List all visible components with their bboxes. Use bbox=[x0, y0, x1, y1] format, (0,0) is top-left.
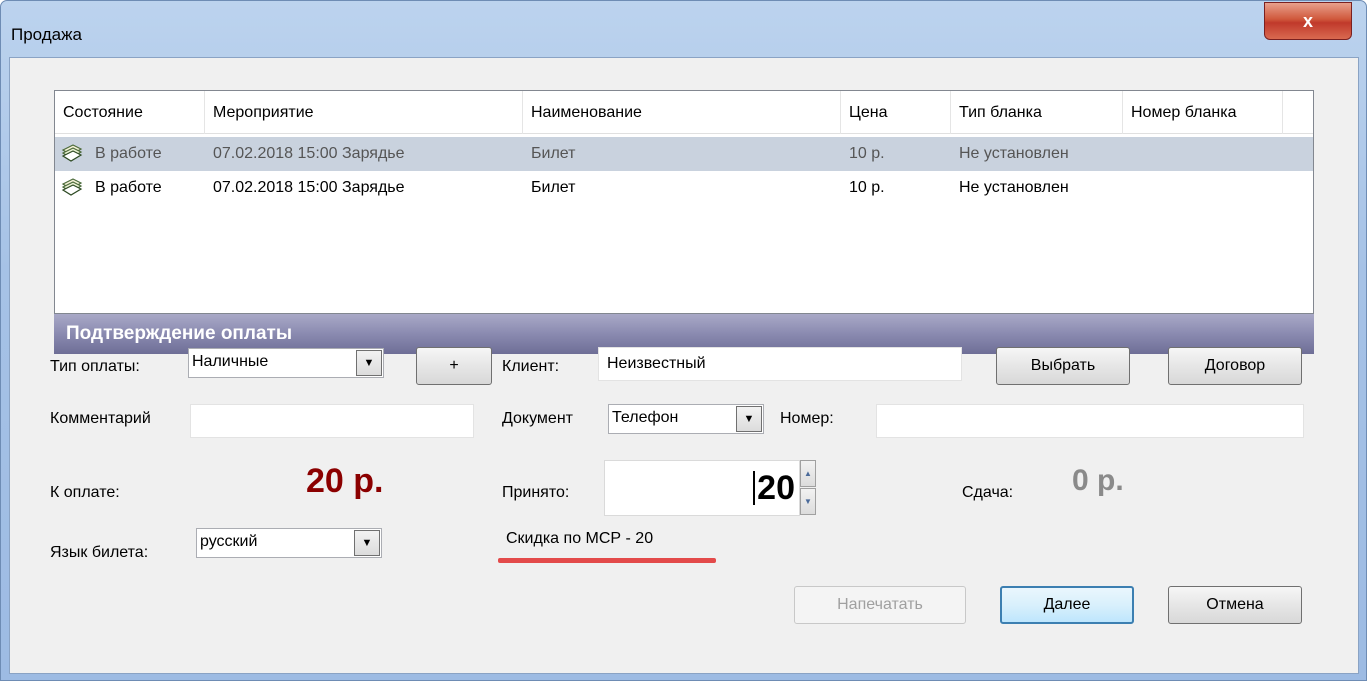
table-header: Состояние Мероприятие Наименование Цена … bbox=[55, 91, 1313, 134]
ticket-language-value: русский bbox=[200, 533, 258, 550]
accepted-label: Принято: bbox=[502, 484, 570, 501]
document-select[interactable]: Телефон ▼ bbox=[608, 404, 764, 434]
close-button[interactable]: x bbox=[1264, 2, 1352, 40]
column-header-name[interactable]: Наименование bbox=[523, 91, 841, 134]
cell-price: 10 р. bbox=[849, 179, 885, 196]
cell-state: В работе bbox=[95, 145, 162, 162]
discount-highlight-underline bbox=[498, 558, 716, 563]
accepted-amount-field[interactable]: 20 bbox=[604, 460, 800, 516]
add-payment-button[interactable]: + bbox=[416, 347, 492, 385]
column-header-blank-number[interactable]: Номер бланка bbox=[1123, 91, 1283, 134]
cell-blank-type: Не установлен bbox=[959, 145, 1069, 162]
table-row[interactable]: В работе 07.02.2018 15:00 Зарядье Билет … bbox=[55, 171, 1313, 205]
chevron-down-icon[interactable]: ▼ bbox=[736, 406, 762, 432]
arrow-up-icon[interactable]: ▲ bbox=[800, 460, 816, 487]
column-header-blank-type[interactable]: Тип бланка bbox=[951, 91, 1123, 134]
number-label: Номер: bbox=[780, 410, 834, 427]
title-bar[interactable]: Продажа x bbox=[1, 1, 1366, 51]
chevron-down-icon[interactable]: ▼ bbox=[354, 530, 380, 556]
chevron-down-icon[interactable]: ▼ bbox=[356, 350, 382, 376]
close-icon: x bbox=[1302, 10, 1313, 31]
cell-blank-type: Не установлен bbox=[959, 179, 1069, 196]
cell-name: Билет bbox=[531, 145, 576, 162]
document-value: Телефон bbox=[612, 409, 679, 426]
payment-type-value: Наличные bbox=[192, 353, 269, 370]
cell-price: 10 р. bbox=[849, 145, 885, 162]
table-row[interactable]: В работе 07.02.2018 15:00 Зарядье Билет … bbox=[55, 137, 1313, 171]
payment-type-select[interactable]: Наличные ▼ bbox=[188, 348, 384, 378]
next-button[interactable]: Далее bbox=[1000, 586, 1134, 624]
accepted-amount-spinner[interactable]: ▲ ▼ bbox=[800, 460, 816, 516]
choose-client-button[interactable]: Выбрать bbox=[996, 347, 1130, 385]
dialog-body: Состояние Мероприятие Наименование Цена … bbox=[9, 57, 1359, 674]
ticket-language-label: Язык билета: bbox=[50, 544, 149, 561]
cell-event: 07.02.2018 15:00 Зарядье bbox=[213, 145, 405, 162]
column-header-state[interactable]: Состояние bbox=[55, 91, 205, 134]
contract-button[interactable]: Договор bbox=[1168, 347, 1302, 385]
comment-label: Комментарий bbox=[50, 410, 151, 427]
column-header-event[interactable]: Мероприятие bbox=[205, 91, 523, 134]
payment-type-label: Тип оплаты: bbox=[50, 358, 140, 375]
discount-note: Скидка по МСР - 20 bbox=[506, 530, 654, 547]
sale-dialog: Продажа x Состояние Мероприятие Наименов… bbox=[0, 0, 1367, 681]
window-title: Продажа bbox=[11, 25, 82, 44]
cell-event: 07.02.2018 15:00 Зарядье bbox=[213, 179, 405, 196]
document-label: Документ bbox=[502, 410, 573, 427]
ticket-document-icon bbox=[61, 144, 83, 162]
ticket-document-icon bbox=[61, 178, 83, 196]
cell-state: В работе bbox=[95, 179, 162, 196]
cell-name: Билет bbox=[531, 179, 576, 196]
amount-due-label: К оплате: bbox=[50, 484, 120, 501]
cancel-button[interactable]: Отмена bbox=[1168, 586, 1302, 624]
print-button[interactable]: Напечатать bbox=[794, 586, 966, 624]
client-field[interactable]: Неизвестный bbox=[598, 347, 962, 381]
client-label: Клиент: bbox=[502, 358, 560, 375]
column-header-price[interactable]: Цена bbox=[841, 91, 951, 134]
comment-field[interactable] bbox=[190, 404, 474, 438]
change-value: 0 р. bbox=[1072, 464, 1124, 497]
accepted-amount-value: 20 bbox=[753, 471, 795, 505]
amount-due-value: 20 р. bbox=[306, 462, 384, 500]
tickets-table[interactable]: Состояние Мероприятие Наименование Цена … bbox=[54, 90, 1314, 314]
change-label: Сдача: bbox=[962, 484, 1014, 501]
document-number-field[interactable] bbox=[876, 404, 1304, 438]
arrow-down-icon[interactable]: ▼ bbox=[800, 488, 816, 515]
ticket-language-select[interactable]: русский ▼ bbox=[196, 528, 382, 558]
